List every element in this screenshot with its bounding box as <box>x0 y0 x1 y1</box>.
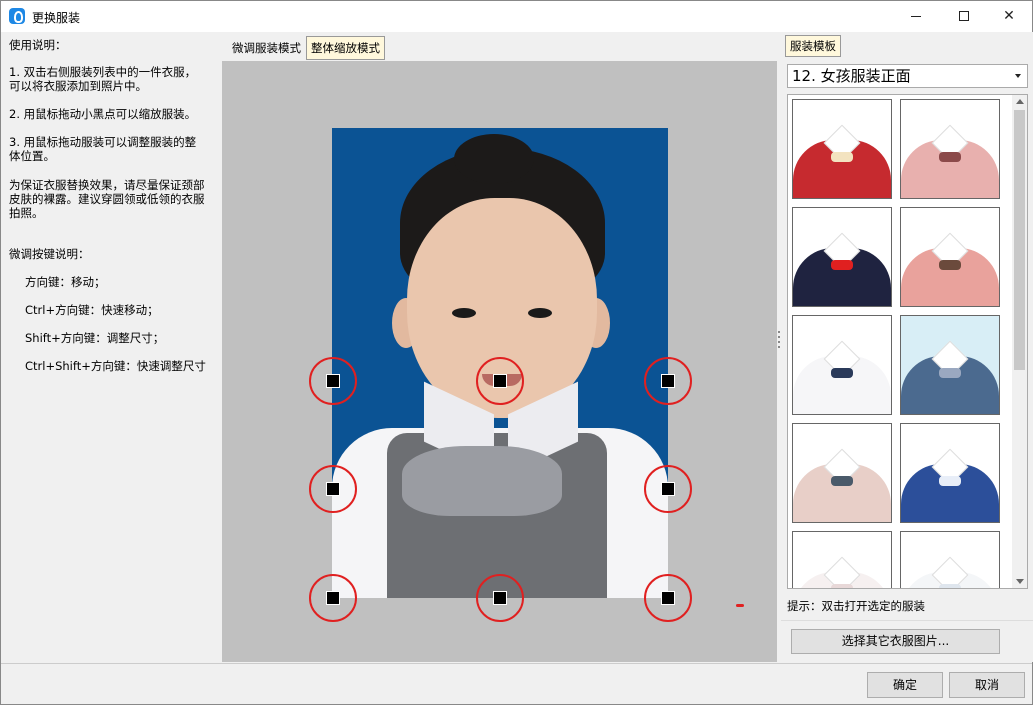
photo-hair-bun <box>454 134 534 184</box>
maximize-button[interactable] <box>941 1 987 32</box>
garment-accent <box>939 368 961 378</box>
resize-handle-top-center[interactable] <box>476 357 524 405</box>
close-button[interactable]: ✕ <box>986 1 1032 32</box>
garment-accent <box>831 584 853 588</box>
garment-accent <box>939 260 961 270</box>
resize-handle-middle-right[interactable] <box>644 465 692 513</box>
garment-accent <box>939 152 961 162</box>
resize-handle-bottom-right[interactable] <box>644 574 692 622</box>
hint-text: 提示：双击打开选定的服装 <box>787 599 925 613</box>
scroll-up-icon[interactable] <box>1016 99 1024 104</box>
garment-accent <box>939 584 961 588</box>
minimize-button[interactable] <box>893 1 939 32</box>
tab-fine-adjust-mode[interactable]: 微调服装模式 <box>227 36 306 60</box>
category-dropdown[interactable]: 12. 女孩服装正面 <box>787 64 1028 88</box>
handle-dot[interactable] <box>326 374 340 388</box>
template-thumbnail[interactable] <box>900 99 1000 199</box>
key-item: Ctrl+方向键：快速移动； <box>25 303 159 317</box>
tab-clothing-templates[interactable]: 服装模板 <box>785 35 841 57</box>
title-bar: 更换服装 ✕ <box>1 1 1032 32</box>
maximize-icon <box>959 11 969 21</box>
divider <box>781 620 1033 621</box>
handle-dot[interactable] <box>493 374 507 388</box>
garment-accent <box>831 152 853 162</box>
template-thumbnail[interactable] <box>900 207 1000 307</box>
close-icon: ✕ <box>1003 8 1015 24</box>
template-thumbnail[interactable] <box>792 207 892 307</box>
template-thumbnail[interactable] <box>900 315 1000 415</box>
minimize-icon <box>911 16 921 17</box>
ok-button[interactable]: 确定 <box>867 672 943 698</box>
mode-tabs: 微调服装模式 整体缩放模式 <box>222 32 777 61</box>
chevron-down-icon <box>1015 74 1021 78</box>
template-thumbnail[interactable] <box>900 423 1000 523</box>
template-list[interactable] <box>787 94 1028 589</box>
garment-accent <box>831 476 853 486</box>
resize-handle-bottom-left[interactable] <box>309 574 357 622</box>
handle-dot[interactable] <box>661 374 675 388</box>
keys-heading: 微调按键说明： <box>9 247 90 261</box>
window-title: 更换服装 <box>32 11 81 25</box>
resize-handle-top-left[interactable] <box>309 357 357 405</box>
instruction-step-2: 2. 用鼠标拖动小黑点可以缩放服装。 <box>9 107 197 121</box>
template-thumbnail[interactable] <box>900 531 1000 588</box>
key-item: Ctrl+Shift+方向键：快速调整尺寸 <box>25 359 206 373</box>
cancel-button[interactable]: 取消 <box>949 672 1025 698</box>
scroll-down-icon[interactable] <box>1016 579 1024 584</box>
handle-dot[interactable] <box>661 591 675 605</box>
template-panel: 服装模板 12. 女孩服装正面 提示：双击打开选定的服装 选择其它衣服图片... <box>781 32 1033 662</box>
handle-dot[interactable] <box>326 482 340 496</box>
editing-canvas[interactable] <box>222 61 777 662</box>
garment-accent <box>939 476 961 486</box>
instruction-step-1: 1. 双击右侧服装列表中的一件衣服， 可以将衣服添加到照片中。 <box>9 65 197 93</box>
category-dropdown-value: 12. 女孩服装正面 <box>792 67 911 85</box>
key-item: Shift+方向键：调整尺寸； <box>25 331 165 345</box>
key-item: 方向键：移动； <box>25 275 106 289</box>
instruction-note: 为保证衣服替换效果，请尽量保证颈部 皮肤的裸露。建议穿圆领或低领的衣服 拍照。 <box>9 178 205 220</box>
template-thumbnail[interactable] <box>792 99 892 199</box>
scrollbar-thumb[interactable] <box>1014 110 1025 370</box>
instruction-step-3: 3. 用鼠标拖动服装可以调整服装的整 体位置。 <box>9 135 197 163</box>
resize-handle-top-right[interactable] <box>644 357 692 405</box>
instructions-heading: 使用说明： <box>9 38 67 52</box>
garment-accent <box>831 260 853 270</box>
template-thumbnail[interactable] <box>792 423 892 523</box>
resize-handle-middle-left[interactable] <box>309 465 357 513</box>
handle-dot[interactable] <box>326 591 340 605</box>
divider <box>1 663 1032 664</box>
garment-accent <box>831 368 853 378</box>
red-marker <box>736 604 744 607</box>
photo-eye-right <box>528 308 552 318</box>
instructions-panel: 使用说明： 1. 双击右侧服装列表中的一件衣服， 可以将衣服添加到照片中。 2.… <box>2 32 222 662</box>
handle-dot[interactable] <box>661 482 675 496</box>
template-thumbnail[interactable] <box>792 315 892 415</box>
photo-eye-left <box>452 308 476 318</box>
template-list-scrollbar[interactable] <box>1012 95 1027 588</box>
choose-other-clothing-button[interactable]: 选择其它衣服图片... <box>791 629 1000 654</box>
handle-dot[interactable] <box>493 591 507 605</box>
tab-whole-scale-mode[interactable]: 整体缩放模式 <box>306 36 385 60</box>
dialog-window: 更换服装 ✕ 使用说明： 1. 双击右侧服装列表中的一件衣服， 可以将衣服添加到… <box>0 0 1033 705</box>
resize-handle-bottom-center[interactable] <box>476 574 524 622</box>
template-thumbnail[interactable] <box>792 531 892 588</box>
garment-plaid-bow <box>402 446 562 516</box>
app-icon <box>9 8 25 24</box>
